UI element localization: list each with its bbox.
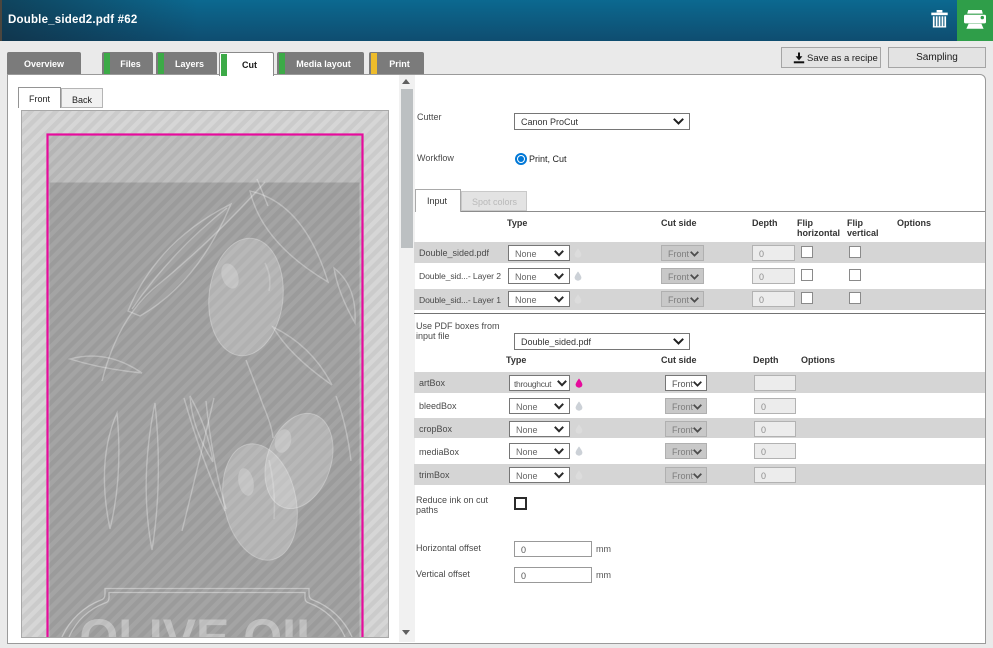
- svg-text:OLIVE OIL: OLIVE OIL: [79, 609, 326, 637]
